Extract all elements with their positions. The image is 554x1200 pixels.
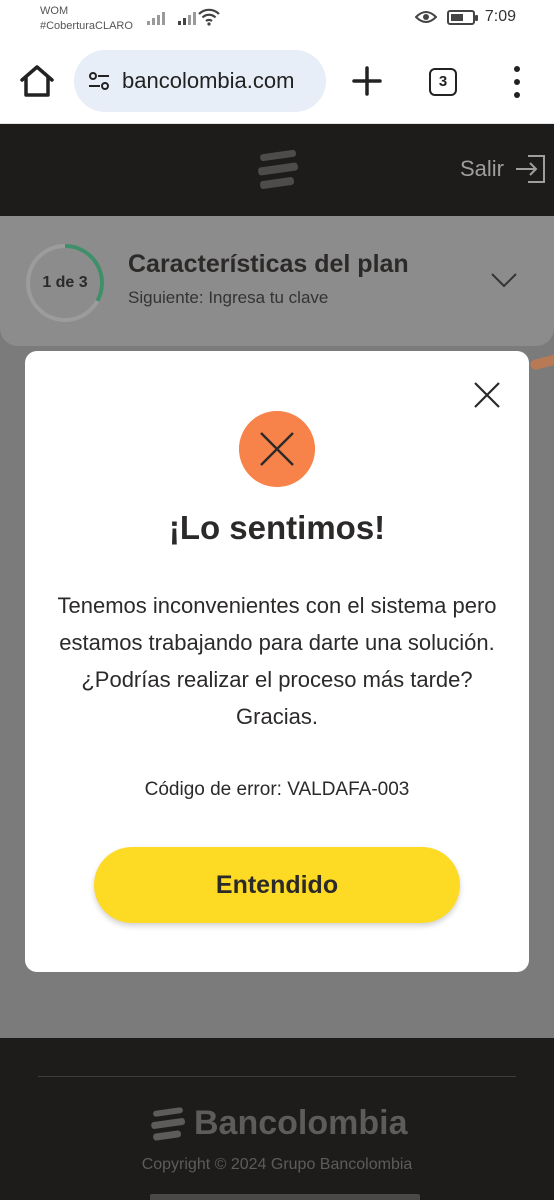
carrier-name: WOM [40, 5, 69, 17]
url-text: bancolombia.com [122, 68, 295, 93]
error-code: Código de error: VALDAFA-003 [144, 779, 410, 800]
site-header: Salir [0, 124, 554, 216]
step-subtitle: Siguiente: Ingresa tu clave [128, 288, 329, 307]
new-tab-icon[interactable] [350, 64, 384, 98]
footer-logo: Bancolombia [150, 1104, 407, 1143]
dialog-message: Tenemos inconvenientes con el sistema pe… [57, 593, 497, 729]
address-bar[interactable]: bancolombia.com [74, 50, 326, 112]
home-icon[interactable] [18, 62, 56, 100]
overflow-menu-icon[interactable] [510, 66, 524, 98]
battery-level [450, 13, 463, 21]
chevron-down-icon[interactable] [490, 272, 518, 288]
footer-divider [38, 1076, 516, 1077]
exit-link[interactable]: Salir [460, 154, 546, 184]
site-settings-icon[interactable] [86, 68, 112, 94]
footer: Bancolombia Copyright © 2024 Grupo Banco… [0, 1038, 554, 1200]
footer-graphic [150, 1194, 420, 1200]
footer-brand: Bancolombia [194, 1104, 408, 1142]
status-right: 7:09 [414, 8, 516, 26]
progress-label: 1 de 3 [42, 274, 88, 291]
understood-button[interactable]: Entendido [94, 847, 460, 923]
status-bar: WOM #CoberturaCLARO 7:09 [0, 0, 554, 40]
clock: 7:09 [484, 8, 516, 25]
step-title: Características del plan [128, 250, 409, 278]
decorative-accent [529, 351, 554, 371]
wifi-icon [198, 8, 220, 26]
battery-icon [446, 9, 478, 25]
eye-icon [414, 11, 437, 23]
tab-switcher-button[interactable]: 3 [429, 68, 457, 96]
error-dialog: ¡Lo sentimos! Tenemos inconvenientes con… [25, 351, 529, 972]
copyright-text: Copyright © 2024 Grupo Bancolombia [141, 1156, 413, 1173]
step-card[interactable]: 1 de 3 Características del plan Siguient… [0, 216, 554, 346]
exit-label: Salir [459, 156, 504, 181]
close-icon[interactable] [471, 379, 503, 411]
carrier-network: #CoberturaCLARO [40, 20, 133, 32]
signal-strength-icon [178, 11, 196, 25]
bancolombia-logo-icon [151, 1106, 186, 1141]
logout-icon [516, 155, 545, 183]
browser-toolbar: bancolombia.com 3 [0, 40, 554, 124]
signal-strength-icon [147, 11, 165, 25]
bancolombia-logo-icon [258, 150, 298, 189]
carrier-info: WOM #CoberturaCLARO [40, 4, 133, 34]
dialog-title: ¡Lo sentimos! [168, 509, 386, 546]
error-x-icon [239, 411, 315, 487]
